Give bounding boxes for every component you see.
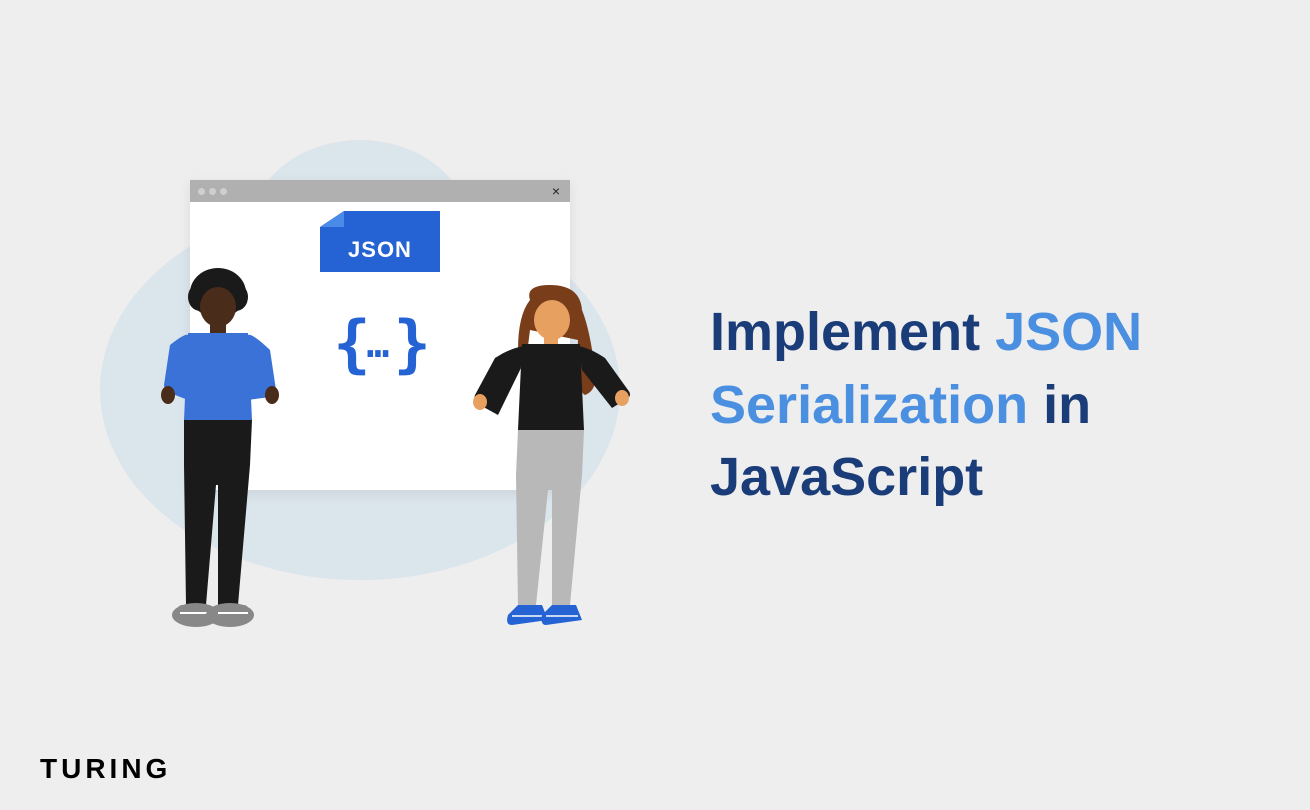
traffic-light-dot <box>198 188 205 195</box>
browser-titlebar: × <box>190 180 570 202</box>
text-panel: Implement JSON Serialization in JavaScri… <box>640 296 1250 515</box>
person-right-illustration <box>470 280 640 640</box>
browser-traffic-lights <box>198 188 227 195</box>
close-icon: × <box>552 183 560 199</box>
traffic-light-dot <box>220 188 227 195</box>
brand-logo: TURING <box>40 753 171 785</box>
page-title: Implement JSON Serialization in JavaScri… <box>710 296 1210 515</box>
json-file-label: JSON <box>348 237 412 263</box>
illustration-panel: × JSON {…} <box>60 0 640 810</box>
file-fold-corner <box>320 211 344 227</box>
traffic-light-dot <box>209 188 216 195</box>
braces-icon: {…} <box>333 307 427 380</box>
main-container: × JSON {…} <box>0 0 1310 810</box>
brace-close: } <box>393 307 426 380</box>
person-left-illustration <box>140 265 300 645</box>
json-file-icon: JSON <box>320 227 440 272</box>
brace-dots: … <box>367 322 394 366</box>
brace-open: { <box>333 307 366 380</box>
title-part1: Implement <box>710 302 995 362</box>
